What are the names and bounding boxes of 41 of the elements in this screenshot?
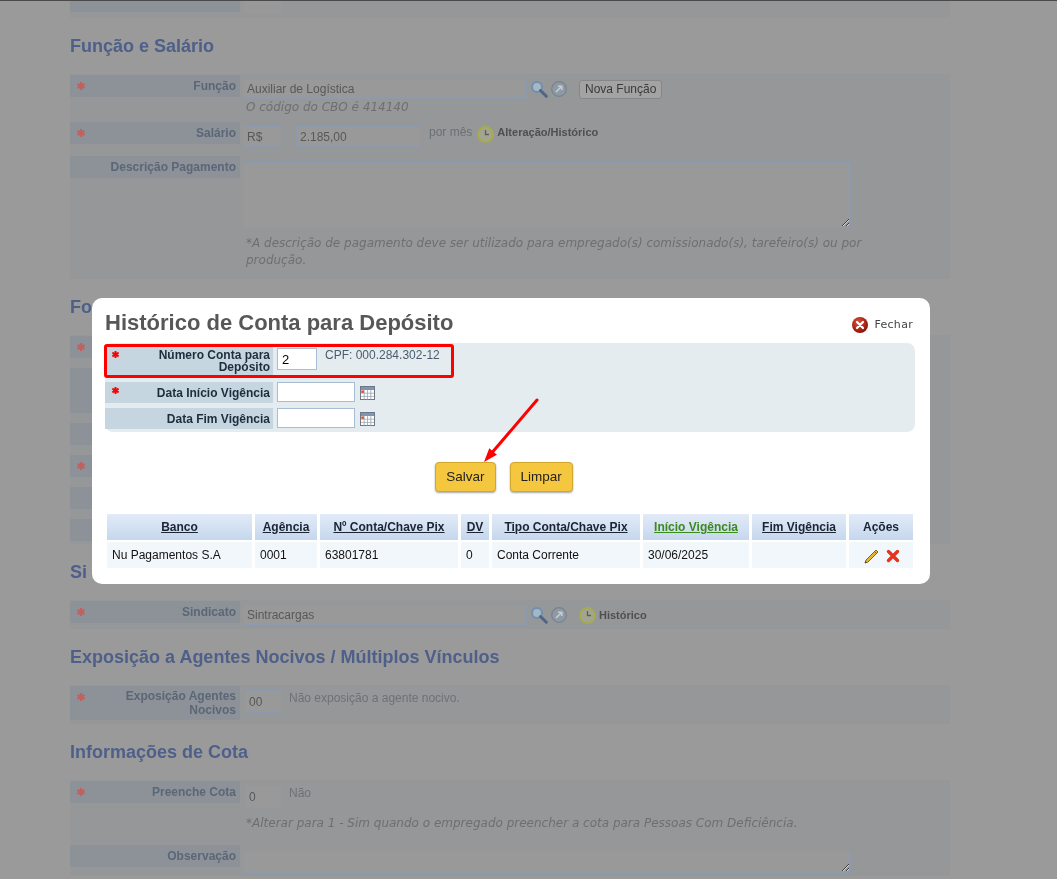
dialog-title: Histórico de Conta para Depósito (105, 310, 454, 336)
table-cell: Nu Pagamentos S.A (107, 542, 252, 568)
section-heading: Função e Salário (70, 35, 215, 57)
section-heading: Exposição a Agentes Nocivos / Múltiplos Vínculos (70, 646, 500, 668)
new-item-button[interactable]: Nova Função (579, 79, 663, 99)
column-header[interactable]: Fim Vigência (752, 514, 846, 540)
table-cell: 0 (461, 542, 489, 568)
input-field[interactable]: 2 (277, 348, 317, 370)
calendar-icon[interactable] (360, 386, 375, 400)
search-icon[interactable] (530, 80, 548, 98)
section-heading: Si (70, 561, 87, 583)
section-heading: Informações de Cota (70, 741, 249, 763)
field-label: Número Conta para Depósito (157, 349, 270, 373)
clock-icon[interactable] (477, 126, 495, 143)
column-header[interactable]: Tipo Conta/Chave Pix (492, 514, 640, 540)
calendar-icon[interactable] (360, 412, 375, 426)
clock-icon[interactable] (579, 606, 596, 624)
close-button[interactable]: Fechar (852, 316, 913, 334)
table-cell: 63801781 (320, 542, 458, 568)
section-heading: Fo (70, 296, 92, 318)
note-text: CPF: 000.284.302-12 (325, 348, 440, 362)
table-cell: 30/06/2025 (643, 542, 749, 568)
column-header[interactable]: Nº Conta/Chave Pix (320, 514, 458, 540)
table-cell: 0001 (255, 542, 317, 568)
action-button[interactable]: Salvar (435, 462, 496, 492)
field-label: Data Fim Vigência (166, 412, 270, 425)
search-icon[interactable] (530, 606, 548, 624)
pencil-icon[interactable] (862, 547, 880, 565)
action-button[interactable]: Limpar (509, 462, 573, 492)
x-mark-icon[interactable] (885, 548, 900, 563)
date-field[interactable] (277, 382, 355, 402)
date-field[interactable] (277, 408, 355, 428)
arrow-circle-icon[interactable] (551, 607, 567, 623)
column-header[interactable]: Banco (107, 514, 252, 540)
column-header[interactable]: Agência (255, 514, 317, 540)
table-cell: Conta Corrente (492, 542, 640, 568)
field-label: Data Início Vigência (156, 386, 270, 399)
column-header: Ações (849, 514, 913, 540)
close-icon (852, 317, 869, 333)
column-header[interactable]: DV (461, 514, 489, 540)
arrow-circle-icon[interactable] (551, 81, 567, 97)
